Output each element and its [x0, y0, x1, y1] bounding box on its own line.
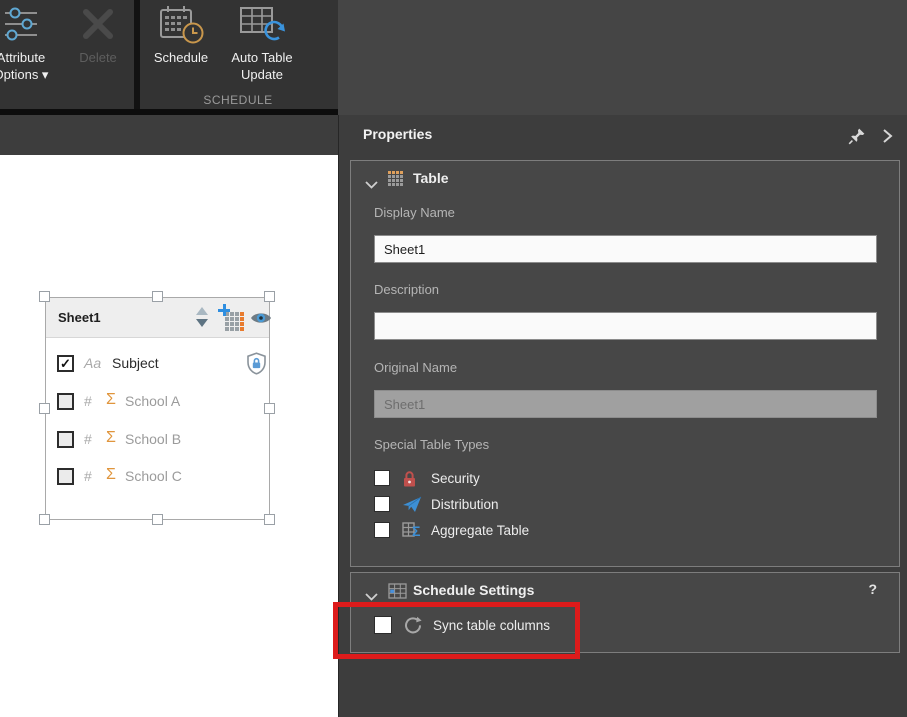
original-name-label: Original Name — [374, 360, 457, 375]
distribution-paper-plane-icon — [402, 496, 422, 514]
security-checkbox[interactable] — [374, 470, 390, 486]
collapse-panel-chevron-icon[interactable] — [882, 128, 894, 144]
selection-handle[interactable] — [39, 291, 50, 302]
auto-table-update-label-line2: Update — [220, 66, 304, 83]
field-name: School C — [125, 468, 182, 484]
toolbar-substrip — [0, 115, 338, 155]
properties-panel-title: Properties — [363, 126, 432, 142]
chevron-down-icon[interactable] — [365, 176, 378, 194]
delete-x-icon — [79, 5, 117, 48]
field-name: School A — [125, 393, 180, 409]
plus-icon-bar — [223, 304, 226, 316]
properties-panel: Properties Table Display Name Descriptio… — [338, 115, 907, 717]
table-section-icon — [388, 171, 403, 186]
original-name-input — [374, 390, 877, 418]
grid-icon — [225, 312, 244, 331]
selection-handle[interactable] — [152, 514, 163, 525]
sync-table-columns-label: Sync table columns — [433, 618, 550, 633]
schedule-calendar-clock-icon — [158, 3, 204, 50]
help-icon[interactable]: ? — [868, 581, 877, 597]
sort-up-icon[interactable] — [196, 307, 208, 315]
display-name-label: Display Name — [374, 205, 455, 220]
distribution-checkbox[interactable] — [374, 496, 390, 512]
sort-order-buttons[interactable] — [196, 307, 210, 327]
selection-handle[interactable] — [264, 403, 275, 414]
special-table-types-label: Special Table Types — [374, 437, 489, 452]
description-input[interactable] — [374, 312, 877, 340]
attribute-options-label-line2: Options ▾ — [0, 66, 76, 83]
security-option-row[interactable]: Security — [351, 469, 901, 491]
sigma-metric-icon: Σ — [106, 466, 122, 484]
field-row-subject[interactable]: ✓ Aa Subject — [47, 346, 269, 382]
aggregate-table-option-row[interactable]: Σ Aggregate Table — [351, 521, 901, 543]
schedule-settings-section: Schedule Settings ? Sync table columns — [350, 572, 900, 653]
table-card-sheet1[interactable]: Sheet1 ✓ Aa Subject — [45, 297, 270, 520]
field-checkbox[interactable]: ✓ — [57, 355, 74, 372]
selection-handle[interactable] — [264, 291, 275, 302]
attribute-options-icon — [1, 4, 41, 49]
aggregate-table-icon: Σ — [402, 522, 422, 540]
text-type-icon: Aa — [84, 355, 106, 371]
sync-table-columns-checkbox[interactable] — [374, 616, 392, 634]
field-row-school-c[interactable]: # Σ School C — [47, 459, 269, 495]
ribbon-group-label-schedule: SCHEDULE — [140, 93, 336, 107]
field-row-school-a[interactable]: # Σ School A — [47, 384, 269, 420]
field-name: Subject — [112, 355, 159, 371]
field-checkbox[interactable] — [57, 431, 74, 448]
sigma-icon: Σ — [412, 523, 420, 539]
schedule-settings-table-icon — [388, 583, 407, 604]
table-card-title: Sheet1 — [58, 298, 101, 337]
ribbon: Attribute Options ▾ Delete — [0, 0, 907, 115]
table-section-title: Table — [413, 170, 449, 186]
selection-handle[interactable] — [39, 514, 50, 525]
aggregate-table-option-label: Aggregate Table — [431, 523, 529, 538]
aggregate-table-checkbox[interactable] — [374, 522, 390, 538]
schedule-label: Schedule — [144, 49, 218, 66]
chevron-down-icon[interactable] — [365, 588, 378, 606]
schedule-button[interactable]: Schedule — [144, 3, 218, 66]
auto-table-update-label-line1: Auto Table — [220, 49, 304, 66]
description-label: Description — [374, 282, 439, 297]
field-checkbox[interactable] — [57, 393, 74, 410]
sort-down-icon[interactable] — [196, 319, 208, 327]
app-window: Attribute Options ▾ Delete — [0, 0, 907, 717]
pin-icon[interactable] — [848, 127, 866, 145]
distribution-option-row[interactable]: Distribution — [351, 495, 901, 517]
delete-label: Delete — [62, 49, 134, 66]
delete-button[interactable]: Delete — [62, 3, 134, 66]
auto-table-update-icon — [238, 3, 286, 50]
selection-handle[interactable] — [152, 291, 163, 302]
security-lock-icon — [402, 470, 422, 488]
visibility-eye-icon[interactable] — [250, 310, 272, 331]
security-option-label: Security — [431, 471, 480, 486]
sync-table-columns-row[interactable]: Sync table columns — [351, 615, 901, 637]
schedule-settings-title: Schedule Settings — [413, 582, 534, 598]
auto-table-update-button[interactable]: Auto Table Update — [220, 3, 304, 83]
display-name-input[interactable] — [374, 235, 877, 263]
distribution-option-label: Distribution — [431, 497, 499, 512]
add-column-grid-icon[interactable] — [218, 304, 245, 331]
sync-refresh-icon — [404, 616, 424, 634]
number-type-icon: # — [84, 468, 106, 484]
table-card-header[interactable]: Sheet1 — [46, 298, 269, 338]
security-shield-lock-icon — [246, 352, 267, 380]
sigma-metric-icon: Σ — [106, 391, 122, 409]
sigma-metric-icon: Σ — [106, 429, 122, 447]
field-checkbox[interactable] — [57, 468, 74, 485]
selection-handle[interactable] — [264, 514, 275, 525]
number-type-icon: # — [84, 431, 106, 447]
selection-handle[interactable] — [39, 403, 50, 414]
field-name: School B — [125, 431, 181, 447]
table-section: Table Display Name Description Original … — [350, 160, 900, 567]
number-type-icon: # — [84, 393, 106, 409]
field-row-school-b[interactable]: # Σ School B — [47, 422, 269, 458]
